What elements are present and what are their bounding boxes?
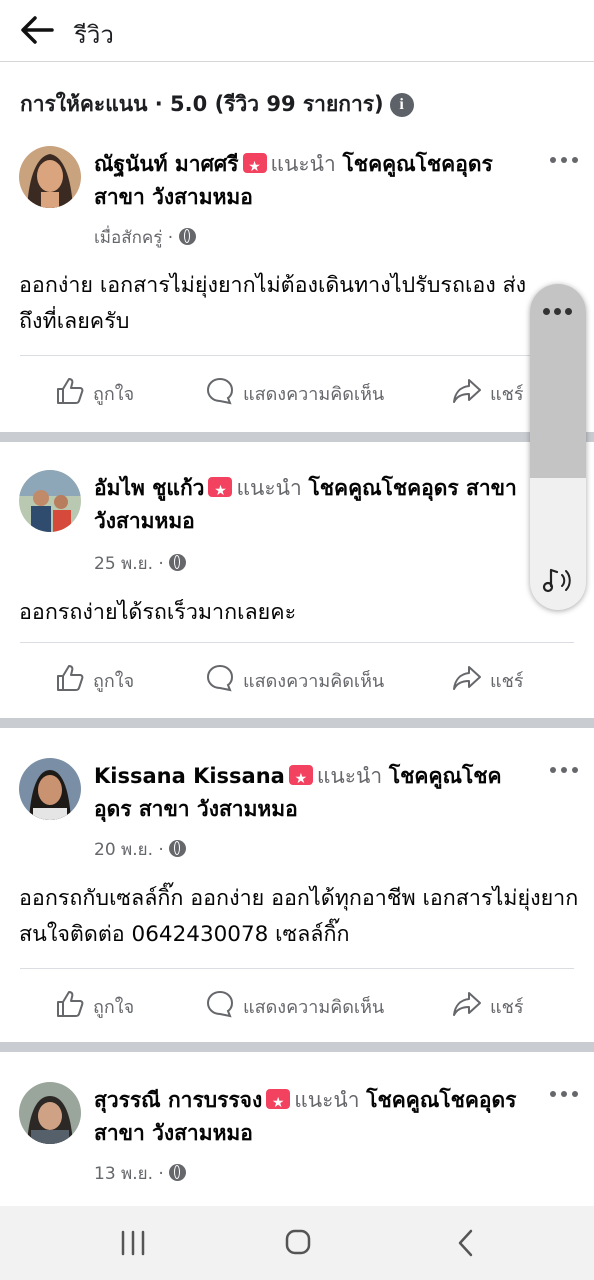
- avatar[interactable]: [19, 470, 81, 532]
- review-meta: 13 พ.ย. ·: [94, 1160, 187, 1187]
- like-icon: [57, 378, 84, 404]
- system-nav-bar: [0, 1206, 594, 1280]
- info-icon[interactable]: i: [389, 93, 414, 117]
- review-card: Kissana Kissanaแนะนำ โชคคูณโชคอุดร สาขา …: [0, 728, 594, 1042]
- globe-icon: [169, 840, 187, 857]
- globe-icon: [169, 554, 187, 571]
- like-icon: [57, 665, 84, 691]
- recommends-label: แนะนำ: [236, 476, 302, 500]
- share-button[interactable]: แชร์: [452, 989, 524, 1025]
- review-text: ออกรถกับเซลล์กิ๊ก ออกง่าย ออกได้ทุกอาชีพ…: [19, 886, 579, 947]
- like-icon: [57, 991, 84, 1017]
- back-icon[interactable]: [446, 1226, 486, 1260]
- like-button[interactable]: ถูกใจ: [55, 989, 134, 1025]
- more-icon[interactable]: [550, 764, 578, 776]
- globe-icon: [178, 228, 196, 245]
- review-meta: เมื่อสักครู่ ·: [94, 224, 196, 251]
- review-time[interactable]: 20 พ.ย. ·: [94, 840, 164, 860]
- review-header: ณัฐนันท์ มาศศรีแนะนำ โชคคูณโชคอุดร สาขา …: [94, 148, 534, 214]
- divider: [0, 432, 594, 442]
- action-bar: ถูกใจ แสดงความคิดเห็น แชร์: [20, 355, 574, 431]
- reviewer-name[interactable]: Kissana Kissana: [94, 764, 285, 788]
- home-icon[interactable]: [278, 1226, 318, 1260]
- comment-label: แสดงความคิดเห็น: [243, 997, 385, 1018]
- divider: [0, 1042, 594, 1052]
- review-text: ออกง่าย เอกสารไม่ยุ่งยากไม่ต้องเดินทางไป…: [19, 273, 527, 334]
- share-button[interactable]: แชร์: [452, 376, 524, 412]
- review-card: ณัฐนันท์ มาศศรีแนะนำ โชคคูณโชคอุดร สาขา …: [0, 140, 594, 432]
- review-card: อัมไพ ชูแก้วแนะนำ โชคคูณโชคอุดร สาขา วัง…: [0, 442, 594, 718]
- comment-label: แสดงความคิดเห็น: [243, 671, 385, 692]
- music-note-icon[interactable]: [542, 566, 576, 596]
- comment-button[interactable]: แสดงความคิดเห็น: [205, 663, 384, 699]
- avatar[interactable]: [19, 758, 81, 820]
- review-header: Kissana Kissanaแนะนำ โชคคูณโชคอุดร สาขา …: [94, 760, 534, 826]
- more-icon[interactable]: [543, 308, 573, 316]
- share-icon: [453, 992, 481, 1016]
- floating-side-panel[interactable]: [530, 284, 586, 610]
- reviewer-name[interactable]: สุวรรณี การบรรจง: [94, 1088, 262, 1112]
- comment-icon: [206, 377, 234, 405]
- recommends-label: แนะนำ: [294, 1088, 360, 1112]
- avatar[interactable]: [19, 1082, 81, 1144]
- avatar[interactable]: [19, 146, 81, 208]
- review-time[interactable]: 13 พ.ย. ·: [94, 1164, 164, 1184]
- review-time[interactable]: 25 พ.ย. ·: [94, 554, 164, 574]
- rating-summary-text: การให้คะแนน · 5.0 (รีวิว 99 รายการ): [20, 92, 384, 116]
- review-header: สุวรรณี การบรรจงแนะนำ โชคคูณโชคอุดร สาขา…: [94, 1084, 534, 1150]
- recent-apps-icon[interactable]: [113, 1226, 153, 1260]
- comment-button[interactable]: แสดงความคิดเห็น: [205, 989, 384, 1025]
- action-bar: ถูกใจ แสดงความคิดเห็น แชร์: [20, 968, 574, 1044]
- recommend-badge-icon: [242, 151, 267, 184]
- back-arrow-icon[interactable]: [18, 12, 58, 48]
- share-label: แชร์: [490, 997, 524, 1018]
- more-icon[interactable]: [550, 1088, 578, 1100]
- share-icon: [453, 379, 481, 403]
- like-button[interactable]: ถูกใจ: [55, 663, 134, 699]
- recommend-badge-icon: [288, 763, 313, 796]
- reviewer-name[interactable]: อัมไพ ชูแก้ว: [94, 476, 204, 500]
- share-icon: [453, 666, 481, 690]
- divider: [0, 718, 594, 728]
- comment-icon: [206, 990, 234, 1018]
- like-label: ถูกใจ: [93, 384, 135, 405]
- globe-icon: [169, 1164, 187, 1181]
- review-header: อัมไพ ชูแก้วแนะนำ โชคคูณโชคอุดร สาขา วัง…: [94, 472, 534, 538]
- rating-summary: การให้คะแนน · 5.0 (รีวิว 99 รายการ) i: [20, 88, 414, 121]
- review-meta: 20 พ.ย. ·: [94, 836, 187, 863]
- reviewer-name[interactable]: ณัฐนันท์ มาศศรี: [94, 152, 239, 176]
- recommends-label: แนะนำ: [316, 764, 383, 788]
- share-button[interactable]: แชร์: [452, 663, 524, 699]
- page-title: รีวิว: [74, 21, 114, 49]
- review-card: สุวรรณี การบรรจงแนะนำ โชคคูณโชคอุดร สาขา…: [0, 1052, 594, 1206]
- like-label: ถูกใจ: [93, 671, 135, 692]
- comment-icon: [206, 664, 234, 692]
- action-bar: ถูกใจ แสดงความคิดเห็น แชร์: [20, 642, 574, 718]
- recommend-badge-icon: [208, 475, 233, 508]
- review-text: ออกรถง่ายได้รถเร็วมากเลยคะ: [19, 600, 297, 625]
- recommend-badge-icon: [266, 1087, 291, 1120]
- like-label: ถูกใจ: [93, 997, 135, 1018]
- like-button[interactable]: ถูกใจ: [55, 376, 134, 412]
- comment-button[interactable]: แสดงความคิดเห็น: [205, 376, 384, 412]
- more-icon[interactable]: [550, 154, 578, 166]
- recommends-label: แนะนำ: [270, 152, 336, 176]
- comment-label: แสดงความคิดเห็น: [243, 384, 385, 405]
- share-label: แชร์: [490, 384, 524, 405]
- review-meta: 25 พ.ย. ·: [94, 550, 187, 577]
- review-time[interactable]: เมื่อสักครู่ ·: [94, 228, 173, 248]
- top-bar: รีวิว: [0, 0, 594, 62]
- share-label: แชร์: [490, 671, 524, 692]
